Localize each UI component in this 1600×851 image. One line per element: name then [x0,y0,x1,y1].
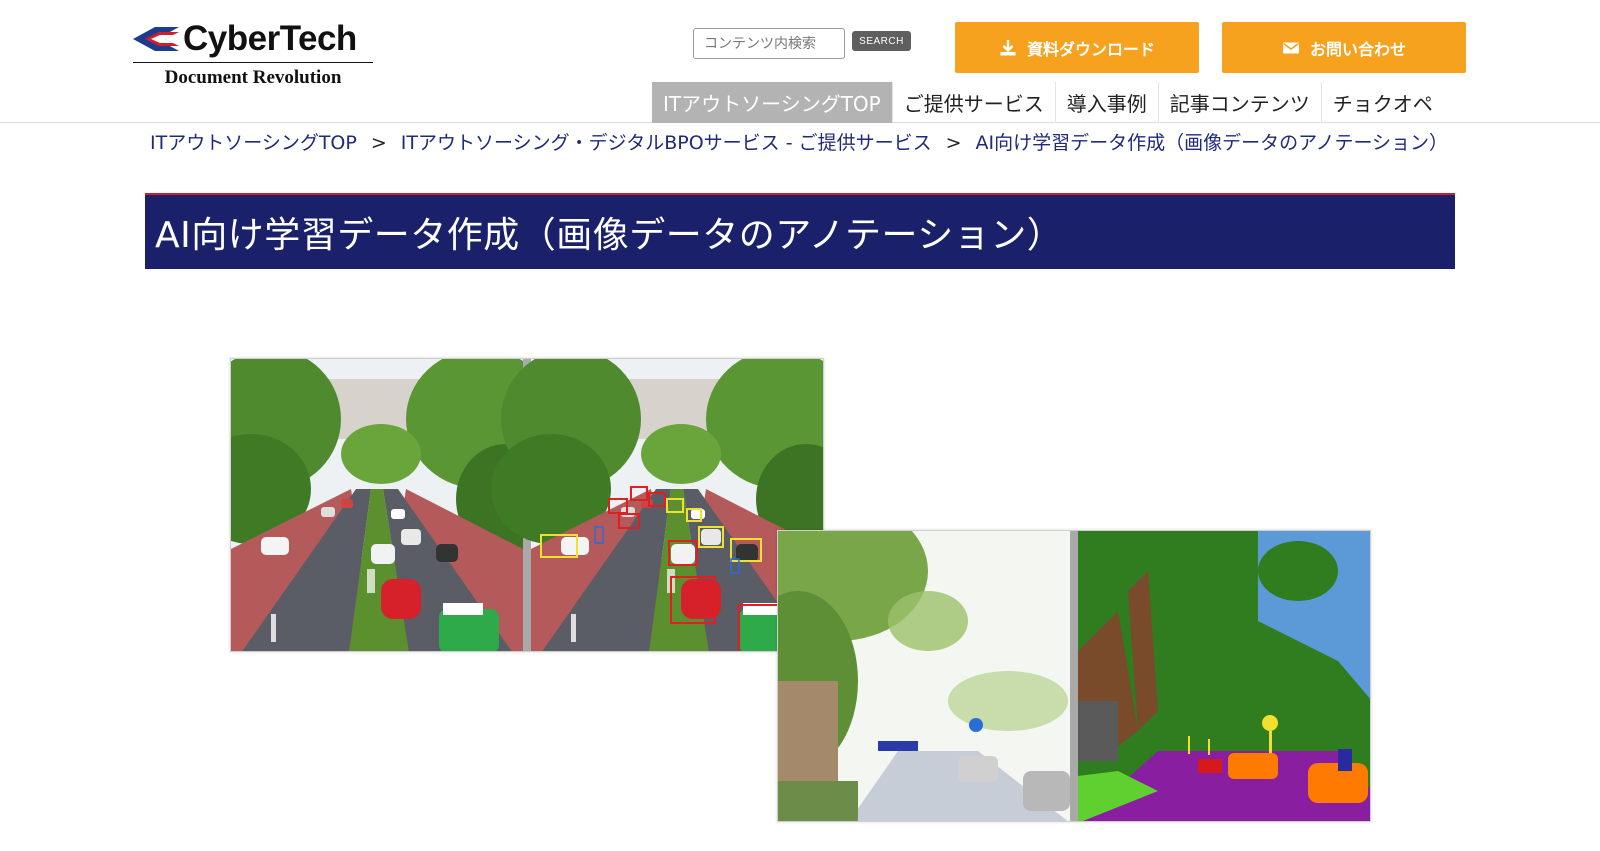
breadcrumb-current: AI向け学習データ作成（画像データのアノテーション） [975,132,1449,154]
logo-chevron-icon [133,27,179,51]
page-title-bar: AI向け学習データ作成（画像データのアノテーション） [145,193,1455,269]
mail-icon [1282,42,1299,53]
nav-item-services[interactable]: ご提供サービス [891,82,1055,123]
search-button[interactable]: SEARCH [852,31,911,51]
nav-item-articles[interactable]: 記事コンテンツ [1157,82,1321,123]
bounding-box-annotation-image [230,358,824,652]
nav-item-chokuope[interactable]: チョクオペ [1320,82,1444,123]
contact-button[interactable]: お問い合わせ [1222,22,1466,73]
breadcrumb-link-services[interactable]: ITアウトソーシング・デジタルBPOサービス - ご提供サービス [401,132,932,154]
breadcrumb-separator: > [370,132,387,154]
logo[interactable]: CyberTech Document Revolution [133,20,373,89]
download-button-label: 資料ダウンロード [1026,39,1155,59]
breadcrumb-link-top[interactable]: ITアウトソーシングTOP [150,132,357,154]
contact-button-label: お問い合わせ [1309,39,1406,59]
nav-item-case-studies[interactable]: 導入事例 [1054,82,1158,123]
segmentation-annotation-image [777,530,1371,822]
segmentation-illustration [778,531,1370,821]
download-button[interactable]: 資料ダウンロード [955,22,1199,73]
site-header: CyberTech Document Revolution SEARCH 資料ダ… [0,0,1600,123]
bounding-box-illustration [231,359,823,651]
download-icon [1000,39,1016,55]
logo-divider [133,62,373,63]
breadcrumb-separator: > [945,132,962,154]
search-input[interactable] [693,28,845,59]
logo-tagline: Document Revolution [164,67,342,88]
page-title: AI向け学習データ作成（画像データのアノテーション） [155,215,1064,256]
breadcrumb: ITアウトソーシングTOP > ITアウトソーシング・デジタルBPOサービス - ご… [150,128,1450,158]
nav-item-it-outsourcing-top[interactable]: ITアウトソーシングTOP [652,82,892,123]
main-nav: ITアウトソーシングTOP ご提供サービス 導入事例 記事コンテンツ チョクオペ [652,82,1444,123]
logo-name: CyberTech [183,19,357,58]
